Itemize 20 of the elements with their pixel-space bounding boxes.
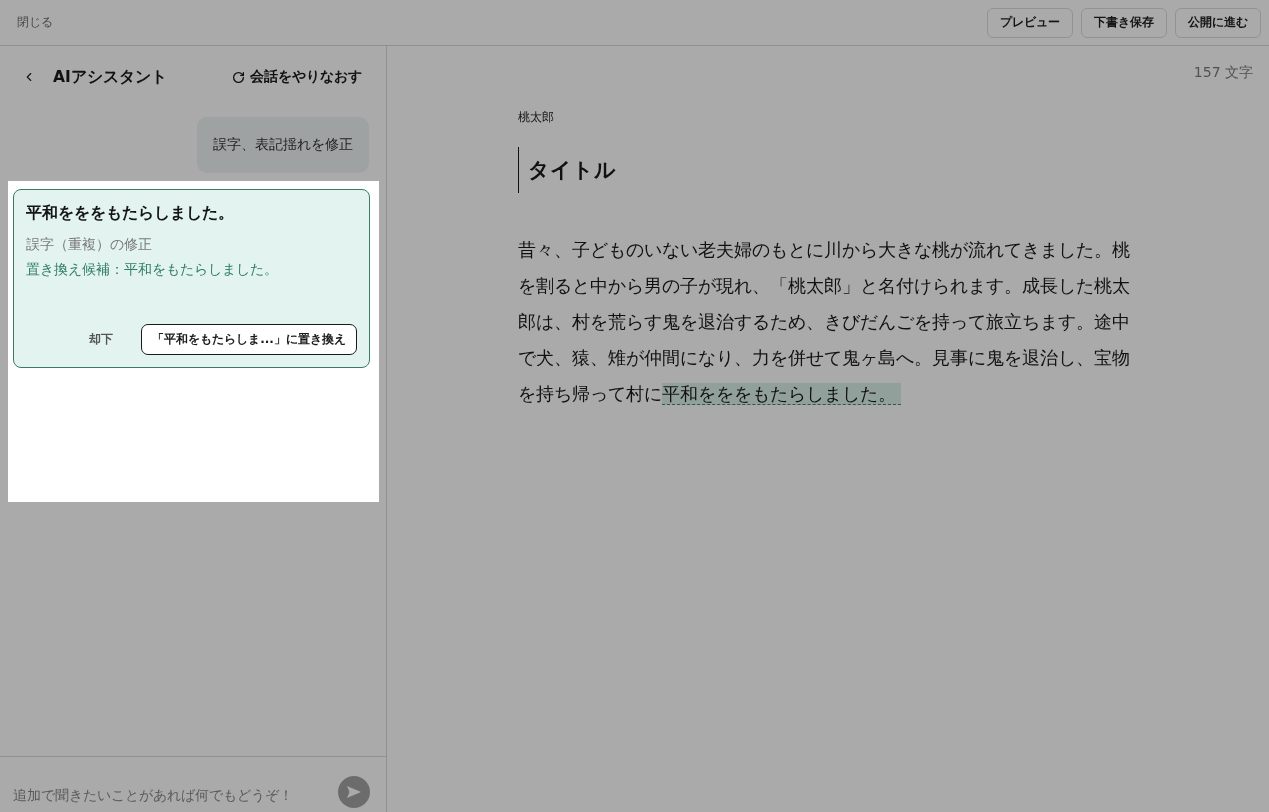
dismiss-button[interactable]: 却下: [71, 324, 131, 355]
toolbar-button[interactable]: プレビュー: [987, 7, 1073, 38]
replace-button[interactable]: 「平和をもたらしま...」に置き換え: [141, 324, 357, 355]
toolbar-button[interactable]: 公開に進む: [1175, 7, 1261, 38]
suggestion-category: 誤字（重複）の修正: [26, 235, 153, 254]
document-label: 桃太郎: [518, 109, 554, 126]
send-icon: [347, 785, 361, 798]
toolbar-button[interactable]: 下書き保存: [1081, 7, 1167, 38]
flagged-text[interactable]: 平和をををもたらしました。: [662, 383, 901, 405]
refresh-icon: [232, 70, 245, 84]
chat-input[interactable]: 追加で聞きたいことがあれば何でもどうぞ！: [13, 780, 330, 809]
restart-button[interactable]: 会話をやりなおす: [232, 68, 362, 86]
panel-title: AIアシスタント: [53, 66, 168, 88]
character-count: 157 文字: [1193, 63, 1253, 82]
body-paragraph: 昔々、子どものいない老夫婦のもとに川から大きな桃が流れてきました。桃を割ると中から男の子が現れ、「桃太郎」と名付けられます。成長した桃太郎は、村を荒らす鬼を退治するため、きびだんごを持って旅立ちます。途中で犬、猿、雉が仲間になり、力を併せて鬼ヶ島へ。見事に鬼を退治し、宝物を持ち帰って村に平和をををもたらしました。: [518, 238, 1131, 407]
title-field[interactable]: タイトル: [518, 147, 1144, 193]
suggestion-candidate: 置き換え候補：平和をもたらしました。: [26, 260, 279, 279]
close-link[interactable]: 閉じる: [17, 14, 53, 31]
chat-message: 誤字、表記揺れを修正: [197, 117, 369, 173]
suggestion-title: 平和をををもたらしました。: [26, 202, 235, 224]
